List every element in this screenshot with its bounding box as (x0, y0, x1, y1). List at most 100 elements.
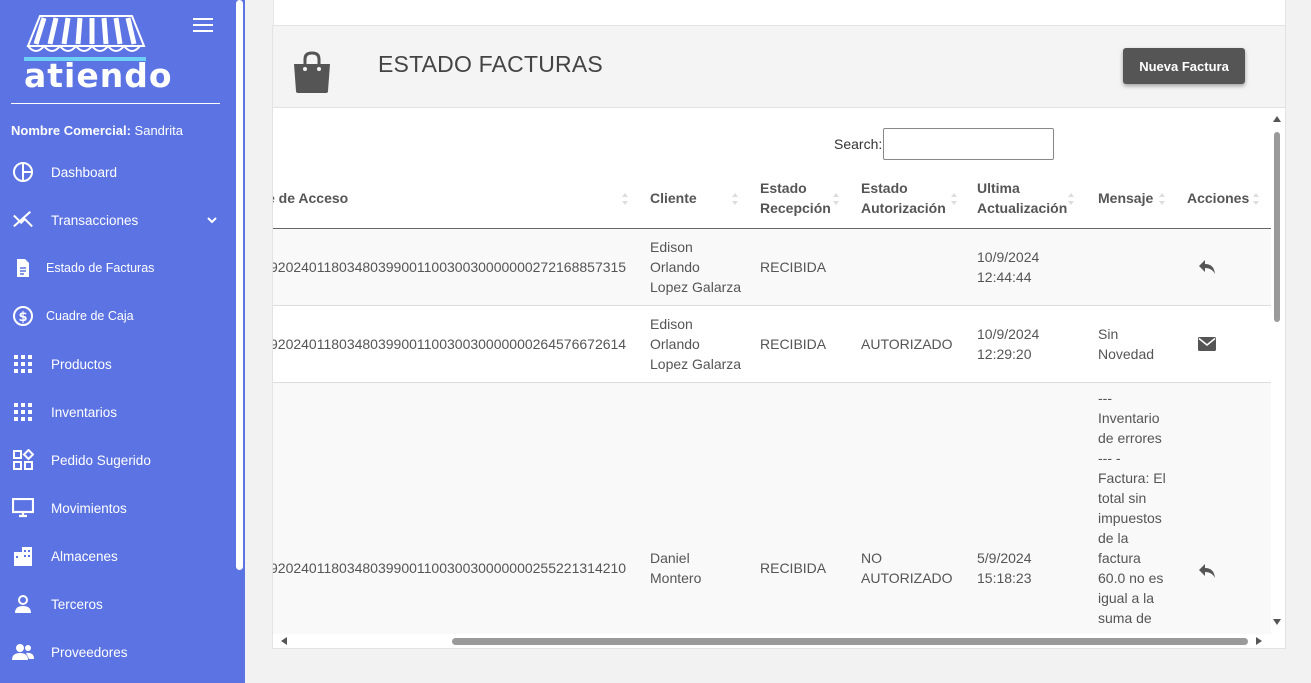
header-line: Estado (861, 180, 908, 196)
scroll-up-icon[interactable] (1273, 116, 1281, 122)
cell-autorizacion: NO AUTORIZADO (861, 548, 953, 588)
invoices-card: ESTADO FACTURAS Nueva Factura Search: e … (272, 25, 1286, 649)
cell-line: 5/9/2024 (977, 550, 1032, 566)
sidebar-item-label: Estado de Facturas (46, 261, 155, 275)
nombre-comercial-label: Nombre Comercial: (11, 123, 131, 138)
horizontal-scroll-thumb[interactable] (452, 638, 1248, 645)
dollar-icon: $ (12, 305, 34, 327)
new-invoice-button[interactable]: Nueva Factura (1123, 48, 1245, 84)
header-line: Ultima (977, 180, 1020, 196)
scroll-down-icon[interactable] (1273, 619, 1281, 625)
sidebar-item-label: Productos (51, 356, 112, 372)
cell-line: Lopez Galarza (650, 279, 742, 295)
reply-icon[interactable] (1198, 563, 1217, 584)
cell-line: Orlando (650, 336, 700, 352)
sidebar-item-pedido-sugerido[interactable]: Pedido Sugerido (0, 440, 235, 480)
sidebar-scrollbar[interactable] (236, 0, 243, 570)
sidebar-item-almacenes[interactable]: Almacenes (0, 536, 235, 576)
sort-icon[interactable] (1068, 193, 1074, 207)
sidebar-item-dashboard[interactable]: Dashboard (0, 152, 235, 192)
shopping-bag-icon (293, 50, 331, 99)
search-input[interactable] (883, 128, 1054, 160)
building-icon (12, 545, 34, 567)
column-header-mensaje[interactable]: Mensaje (1098, 188, 1153, 208)
cell-line: de la (1098, 530, 1129, 546)
column-header-autorizacion[interactable]: Estado Autorización (861, 178, 946, 218)
cell-cliente: Daniel Montero (650, 548, 701, 588)
header-line: Actualización (977, 200, 1068, 216)
monitor-icon (12, 497, 34, 519)
menu-toggle-icon[interactable] (193, 18, 213, 34)
atiendo-logo[interactable]: atiendo (22, 12, 172, 95)
cell-line: 60.0 no es (1098, 570, 1164, 586)
column-header-acciones[interactable]: Acciones (1187, 188, 1249, 208)
cell-line: NO (861, 550, 882, 566)
sidebar-item-label: Inventarios (51, 404, 118, 420)
scroll-left-icon[interactable] (281, 637, 287, 645)
header-line: Autorización (861, 200, 946, 216)
reply-icon[interactable] (1198, 259, 1217, 280)
sidebar-item-label: Movimientos (51, 500, 127, 516)
cell-line: Lopez Galarza (650, 356, 742, 372)
sidebar-item-transacciones[interactable]: Transacciones (0, 200, 235, 240)
cell-clave: 9202401180348039900110030030000000255221… (273, 560, 627, 576)
table-row: 9202401180348039900110030030000000255221… (273, 383, 1271, 634)
invoices-table: e de Acceso Cliente Estado Recepción Est… (273, 166, 1271, 634)
sidebar-item-label: Pedido Sugerido (51, 452, 151, 468)
cell-line: Edison (650, 316, 693, 332)
chevron-down-icon (206, 212, 218, 230)
sidebar-item-label: Cuadre de Caja (46, 309, 134, 323)
card-header: ESTADO FACTURAS Nueva Factura (273, 26, 1285, 108)
sort-icon[interactable] (622, 193, 628, 207)
sidebar-item-productos[interactable]: Productos (0, 344, 235, 384)
column-header-recepcion[interactable]: Estado Recepción (760, 178, 831, 218)
document-icon (12, 257, 34, 279)
cell-line: Orlando (650, 259, 700, 275)
sort-icon[interactable] (732, 193, 738, 207)
sidebar-item-proveedores[interactable]: Proveedores (0, 632, 235, 672)
sidebar-item-inventarios[interactable]: Inventarios (0, 392, 235, 432)
page-title: ESTADO FACTURAS (378, 51, 603, 77)
sidebar-item-label: Dashboard (51, 164, 118, 180)
cell-line: igual a la (1098, 590, 1155, 606)
sidebar-item-cuadre-caja[interactable]: $ Cuadre de Caja (0, 296, 235, 336)
column-header-actualizacion[interactable]: Ultima Actualización (977, 178, 1067, 218)
header-line: Estado (760, 180, 807, 196)
vertical-scrollbar[interactable] (1271, 114, 1283, 629)
sidebar-item-label: Transacciones (51, 212, 139, 228)
sidebar: atiendo Nombre Comercial: Sandrita Dashb… (0, 0, 245, 683)
scroll-right-icon[interactable] (1256, 637, 1262, 645)
cell-line: --- (1098, 390, 1112, 406)
sidebar-item-estado-facturas[interactable]: Estado de Facturas (0, 248, 235, 288)
sort-icon[interactable] (1159, 193, 1165, 207)
sort-icon[interactable] (833, 193, 839, 207)
cell-line: impuestos (1098, 510, 1162, 526)
sort-icon[interactable] (951, 193, 957, 207)
cell-line: Edison (650, 239, 693, 255)
cell-mensaje: Sin Novedad (1098, 324, 1154, 364)
sidebar-item-movimientos[interactable]: Movimientos (0, 488, 235, 528)
sidebar-item-label: Proveedores (51, 644, 128, 660)
vertical-scroll-thumb[interactable] (1274, 132, 1280, 322)
cell-line: total sin (1098, 490, 1147, 506)
logo-text: atiendo (24, 56, 173, 95)
column-header-clave[interactable]: e de Acceso (273, 188, 348, 208)
cell-line: suma de (1098, 610, 1152, 626)
cell-line: Montero (650, 570, 702, 586)
cell-line: Inventario (1098, 410, 1160, 426)
cell-line: factura (1098, 550, 1141, 566)
transactions-icon (12, 209, 34, 231)
cell-line: 15:18:23 (977, 570, 1032, 586)
envelope-icon[interactable] (1198, 337, 1216, 356)
cell-line: AUTORIZADO (861, 570, 953, 586)
cell-cliente: Edison Orlando Lopez Galarza (650, 314, 741, 374)
sort-icon[interactable] (1253, 193, 1259, 207)
cell-clave: 9202401180348039900110030030000000264576… (273, 336, 627, 352)
grid-icon (12, 401, 34, 423)
cell-line: Factura: El (1098, 470, 1166, 486)
cell-actualizacion: 10/9/2024 12:44:44 (977, 247, 1039, 287)
column-header-cliente[interactable]: Cliente (650, 188, 697, 208)
horizontal-scrollbar[interactable] (273, 634, 1271, 648)
sidebar-item-terceros[interactable]: Terceros (0, 584, 235, 624)
nombre-comercial-value: Sandrita (134, 123, 183, 138)
